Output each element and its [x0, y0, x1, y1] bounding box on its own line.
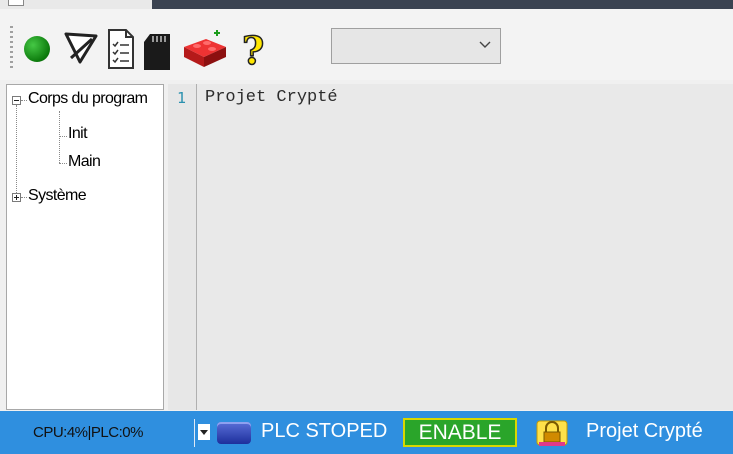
cpu-usage: CPU:4%|PLC:0% [33, 424, 143, 441]
project-tree: Corps du program Init Main Système [6, 84, 164, 410]
code-line[interactable]: Projet Crypté [205, 88, 338, 107]
collapse-icon[interactable] [12, 96, 21, 105]
tree-item-program-body[interactable]: Corps du program [28, 90, 148, 108]
status-separator [194, 419, 195, 447]
plc-icon [217, 422, 251, 444]
help-icon[interactable]: ? [238, 28, 270, 70]
toolbar-grip[interactable] [10, 26, 13, 68]
lock-icon [536, 420, 568, 446]
tree-item-init[interactable]: Init [68, 125, 88, 143]
tree-connector [21, 100, 27, 102]
enable-badge[interactable]: ENABLE [403, 418, 517, 447]
active-tab[interactable] [0, 0, 152, 9]
tree-connector [59, 163, 67, 165]
plc-status: PLC STOPED [261, 420, 388, 442]
encrypted-project-label: Projet Crypté [586, 420, 703, 442]
run-icon[interactable] [24, 36, 50, 62]
tree-connector [59, 136, 67, 138]
tab-icon [8, 0, 24, 6]
sd-card-icon[interactable] [140, 32, 174, 72]
brick-icon[interactable] [180, 29, 230, 69]
tree-item-main[interactable]: Main [68, 153, 101, 171]
download-icon[interactable] [62, 28, 102, 68]
expand-icon[interactable] [12, 193, 21, 202]
line-number: 1 [177, 89, 187, 107]
monitor-icon[interactable] [106, 28, 136, 70]
toolbar: ? [0, 14, 733, 80]
toolbar-combo[interactable] [331, 28, 501, 64]
status-bar: CPU:4%|PLC:0% PLC STOPED ENABLE Projet C… [0, 411, 733, 454]
chevron-down-icon[interactable] [478, 38, 492, 52]
tree-connector [16, 105, 18, 199]
tree-connector [21, 197, 27, 199]
title-strip [0, 0, 733, 14]
tree-item-system[interactable]: Système [28, 187, 87, 205]
dropdown-arrow-icon[interactable] [198, 424, 210, 440]
line-gutter [168, 84, 196, 410]
code-editor[interactable] [197, 84, 733, 410]
svg-text:?: ? [242, 28, 264, 70]
